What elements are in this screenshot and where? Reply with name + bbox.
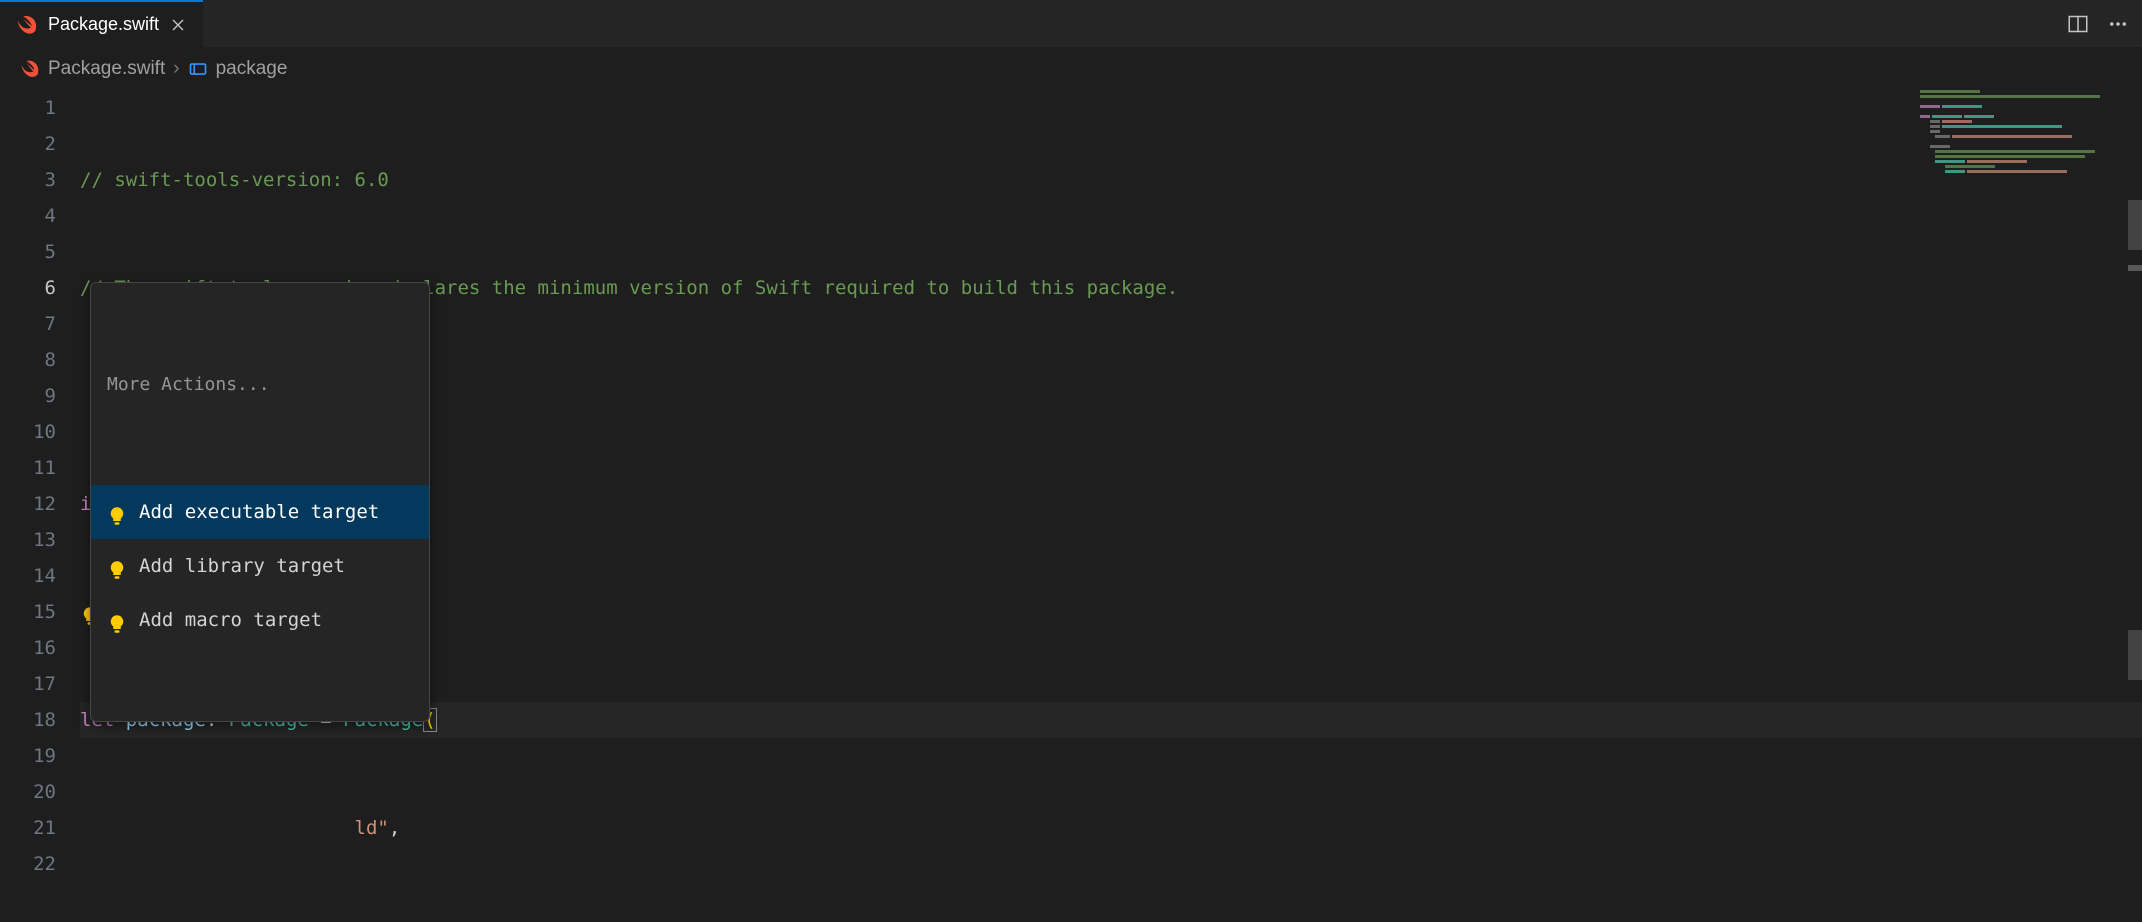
scroll-thumb[interactable]: [2128, 200, 2142, 250]
line-number: 12: [0, 486, 56, 522]
code-area[interactable]: // swift-tools-version: 6.0 // The swift…: [80, 90, 2142, 922]
line-number: 16: [0, 630, 56, 666]
split-editor-icon[interactable]: [2068, 14, 2088, 34]
line-number: 17: [0, 666, 56, 702]
code-text: // swift-tools-version: 6.0: [80, 169, 389, 191]
line-number: 5: [0, 234, 56, 270]
tab-bar: Package.swift: [0, 0, 2142, 48]
line-number: 7: [0, 306, 56, 342]
line-number: 4: [0, 198, 56, 234]
lightbulb-icon: [107, 610, 127, 630]
line-number: 18: [0, 702, 56, 738]
swift-icon: [16, 14, 38, 36]
tab-filename: Package.swift: [48, 14, 159, 35]
chevron-right-icon: ›: [173, 58, 179, 80]
swift-icon: [20, 59, 40, 79]
editor-body: 12345678910111213141516171819202122 // s…: [0, 90, 2142, 922]
line-number-gutter: 12345678910111213141516171819202122: [0, 90, 80, 922]
breadcrumb-file[interactable]: Package.swift: [48, 58, 165, 80]
lightbulb-icon: [107, 556, 127, 576]
menu-item[interactable]: Add library target: [91, 539, 429, 593]
close-icon[interactable]: [169, 16, 187, 34]
code-actions-menu: More Actions... Add executable target Add…: [90, 282, 430, 722]
line-number: 22: [0, 846, 56, 882]
scroll-marker: [2128, 265, 2142, 271]
menu-item-label: Add macro target: [139, 602, 322, 638]
breadcrumb[interactable]: Package.swift › package: [0, 48, 2142, 90]
menu-item-label: Add library target: [139, 548, 345, 584]
more-actions-icon[interactable]: [2108, 14, 2128, 34]
menu-item[interactable]: Add executable target: [91, 485, 429, 539]
line-number: 1: [0, 90, 56, 126]
vertical-scrollbar[interactable]: [2128, 90, 2142, 922]
menu-header: More Actions...: [91, 357, 429, 413]
line-number: 19: [0, 738, 56, 774]
lightbulb-icon: [107, 502, 127, 522]
code-text: ld": [355, 817, 389, 839]
line-number: 3: [0, 162, 56, 198]
breadcrumb-symbol[interactable]: package: [216, 58, 288, 80]
line-number: 20: [0, 774, 56, 810]
line-number: 14: [0, 558, 56, 594]
line-number: 13: [0, 522, 56, 558]
line-number: 6: [0, 270, 56, 306]
line-number: 8: [0, 342, 56, 378]
code-text: ,: [389, 817, 400, 839]
variable-icon: [188, 59, 208, 79]
menu-item-label: Add executable target: [139, 494, 379, 530]
line-number: 11: [0, 450, 56, 486]
editor-container: Package.swift Package.swift › package 12…: [0, 0, 2142, 922]
minimap[interactable]: [1920, 90, 2130, 190]
tab-package-swift[interactable]: Package.swift: [0, 0, 203, 47]
line-number: 15: [0, 594, 56, 630]
scroll-thumb[interactable]: [2128, 630, 2142, 680]
line-number: 2: [0, 126, 56, 162]
menu-item[interactable]: Add macro target: [91, 593, 429, 647]
line-number: 9: [0, 378, 56, 414]
line-number: 21: [0, 810, 56, 846]
editor-actions: [2068, 14, 2128, 34]
line-number: 10: [0, 414, 56, 450]
